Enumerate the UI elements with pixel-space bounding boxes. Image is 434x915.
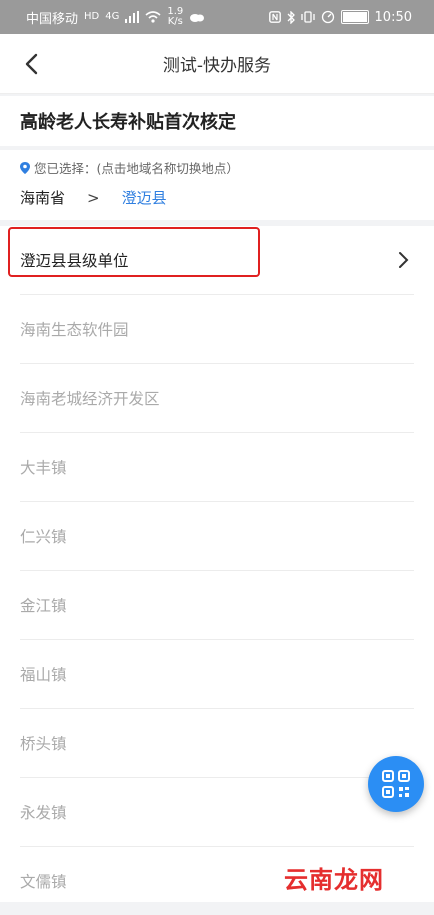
signal-icon <box>125 11 140 23</box>
list-item[interactable]: 海南老城经济开发区 <box>20 364 414 433</box>
carrier-label: 中国移动 <box>26 11 79 27</box>
status-right: 10:50 <box>268 9 412 25</box>
watermark: 云南龙网 <box>284 866 384 894</box>
speed-unit: K/s <box>167 16 183 27</box>
status-bar: 中国移动 HD 4G 1.9 K/s 10:50 <box>0 0 434 34</box>
vibrate-icon <box>300 11 315 23</box>
service-title: 高龄老人长寿补贴首次核定 <box>0 96 434 146</box>
bluetooth-icon <box>287 10 295 24</box>
province-link[interactable]: 海南省 <box>20 187 65 208</box>
list-item[interactable]: 福山镇 <box>20 640 414 709</box>
list-item-label: 文儒镇 <box>20 873 67 891</box>
navigation-bar: 测试-快办服务 <box>0 34 434 94</box>
list-item-label: 大丰镇 <box>20 459 67 477</box>
list-item-label: 桥头镇 <box>20 735 67 753</box>
nfc-icon <box>268 11 281 23</box>
list-item-label: 金江镇 <box>20 597 67 615</box>
list-item[interactable]: 海南生态软件园 <box>20 295 414 364</box>
list-item[interactable]: 仁兴镇 <box>20 502 414 571</box>
status-left: 中国移动 HD 4G 1.9 K/s <box>26 7 205 27</box>
list-item[interactable]: 澄迈县县级单位 <box>20 226 414 295</box>
breadcrumb-separator: > <box>87 188 100 207</box>
chevron-right-icon <box>399 252 409 268</box>
hd-badge: HD <box>84 11 100 22</box>
battery-icon <box>340 10 369 24</box>
page-title: 测试-快办服务 <box>162 56 272 76</box>
list-item[interactable]: 桥头镇 <box>20 709 414 778</box>
list-item-label: 海南老城经济开发区 <box>20 390 160 408</box>
region-breadcrumb: 海南省 > 澄迈县 <box>20 187 414 208</box>
list-item[interactable]: 大丰镇 <box>20 433 414 502</box>
clock-label: 10:50 <box>374 9 412 25</box>
list-item-label: 永发镇 <box>20 804 67 822</box>
qr-scan-button[interactable] <box>368 756 424 812</box>
city-link[interactable]: 澄迈县 <box>122 187 167 208</box>
qr-code-icon <box>382 770 410 798</box>
list-item[interactable]: 金江镇 <box>20 571 414 640</box>
back-arrow-icon[interactable] <box>18 50 46 78</box>
unit-list: 澄迈县县级单位 海南生态软件园 海南老城经济开发区 大丰镇 仁兴镇 金江镇 福山… <box>0 226 434 902</box>
list-item-label: 海南生态软件园 <box>20 321 129 339</box>
network-label: 4G <box>105 11 120 22</box>
list-item[interactable]: 永发镇 <box>20 778 414 847</box>
list-item-label: 澄迈县县级单位 <box>20 252 129 270</box>
region-hint: 您已选择：(点击地域名称切换地点） <box>20 158 414 177</box>
location-pin-icon <box>20 161 30 174</box>
speed-indicator: 1.9 K/s <box>167 7 183 27</box>
cloud-icon <box>190 14 205 22</box>
list-item-label: 福山镇 <box>20 666 67 684</box>
speed-gauge-icon <box>321 10 334 24</box>
list-item-label: 仁兴镇 <box>20 528 67 546</box>
wifi-icon <box>145 11 161 23</box>
region-hint-text: 您已选择：(点击地域名称切换地点） <box>34 161 239 176</box>
region-selector: 您已选择：(点击地域名称切换地点） 海南省 > 澄迈县 <box>0 150 434 220</box>
